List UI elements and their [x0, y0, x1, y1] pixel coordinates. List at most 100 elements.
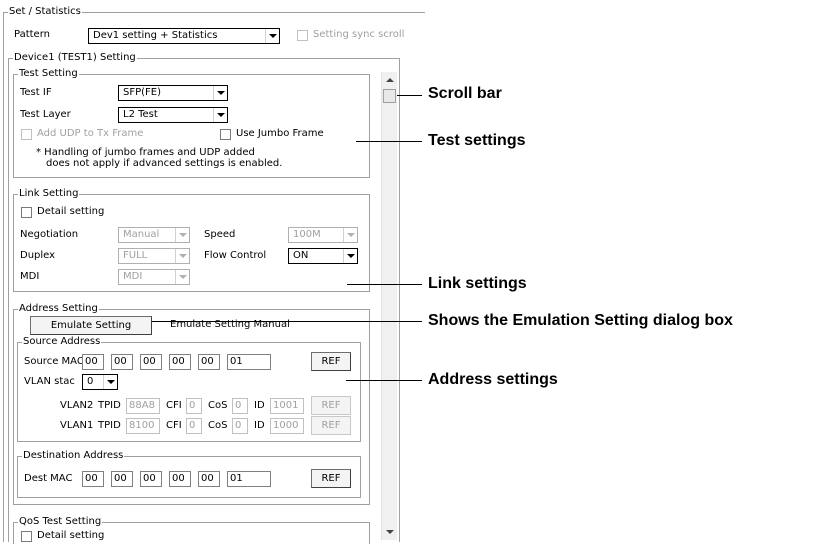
vlan1-ref-button[interactable]: REF — [311, 416, 351, 435]
sync-scroll-checkbox[interactable] — [297, 30, 308, 41]
address-setting-title: Address Setting — [18, 303, 99, 315]
qos-detail-label: Detail setting — [37, 530, 105, 541]
dest-mac-octet-2[interactable]: 00 — [111, 471, 133, 487]
link-setting-title: Link Setting — [18, 188, 80, 200]
dest-mac-octet-3[interactable]: 00 — [140, 471, 162, 487]
vlan2-cos-field[interactable]: 0 — [232, 398, 248, 414]
vertical-scrollbar[interactable] — [381, 72, 397, 540]
vlan1-tpid-label: TPID — [98, 420, 121, 431]
dest-mac-octet-5[interactable]: 00 — [198, 471, 220, 487]
link-detail-checkbox[interactable] — [21, 207, 32, 218]
dest-mac-octet-1[interactable]: 00 — [82, 471, 104, 487]
duplex-label: Duplex — [20, 250, 56, 261]
jumbo-frame-checkbox[interactable] — [220, 129, 231, 140]
settings-panel: Set / Statistics Pattern Dev1 setting + … — [0, 0, 425, 544]
negotiation-label: Negotiation — [20, 229, 79, 240]
test-if-label: Test IF — [20, 87, 52, 98]
negotiation-value: Manual — [123, 229, 160, 240]
scroll-down-icon[interactable] — [386, 530, 394, 534]
chevron-down-icon — [213, 108, 227, 122]
device-setting-title: Device1 (TEST1) Setting — [13, 52, 137, 64]
destination-address-title: Destination Address — [22, 450, 125, 462]
vlan2-id-label: ID — [254, 400, 265, 411]
vlan2-tpid-field[interactable]: 88A8 — [126, 398, 160, 414]
speed-value: 100M — [293, 229, 321, 240]
scroll-bar-callout-line — [397, 95, 422, 96]
link-settings-callout-line — [347, 284, 422, 285]
vlan1-cos-field[interactable]: 0 — [232, 418, 248, 434]
scroll-thumb[interactable] — [383, 89, 396, 103]
mdi-select[interactable]: MDI — [118, 269, 190, 285]
chevron-down-icon — [175, 270, 189, 284]
qos-setting-title: QoS Test Setting — [18, 516, 103, 528]
jumbo-frame-label: Use Jumbo Frame — [236, 128, 324, 139]
pattern-select[interactable]: Dev1 setting + Statistics — [88, 28, 280, 44]
add-udp-checkbox[interactable] — [21, 129, 32, 140]
source-mac-octet-5[interactable]: 00 — [198, 354, 220, 370]
source-mac-ref-button[interactable]: REF — [311, 352, 351, 371]
emulate-setting-button[interactable]: Emulate Setting — [30, 316, 152, 335]
address-settings-callout: Address settings — [428, 371, 558, 388]
source-mac-octet-4[interactable]: 00 — [169, 354, 191, 370]
link-detail-label: Detail setting — [37, 206, 105, 217]
vlan-stack-value: 0 — [87, 376, 94, 387]
link-settings-callout: Link settings — [428, 275, 527, 292]
scroll-up-icon[interactable] — [386, 78, 394, 82]
vlan2-cfi-field[interactable]: 0 — [186, 398, 202, 414]
emulation-callout: Shows the Emulation Setting dialog box — [428, 312, 733, 329]
test-layer-select[interactable]: L2 Test — [118, 107, 228, 123]
vlan2-tpid-label: TPID — [98, 400, 121, 411]
qos-detail-checkbox[interactable] — [21, 531, 32, 542]
vlan2-cos-label: CoS — [208, 400, 228, 411]
chevron-down-icon — [175, 249, 189, 263]
vlan1-cfi-field[interactable]: 0 — [186, 418, 202, 434]
address-settings-callout-line — [346, 380, 422, 381]
flow-control-label: Flow Control — [204, 250, 267, 261]
test-if-select[interactable]: SFP(FE) — [118, 85, 228, 101]
set-statistics-title: Set / Statistics — [8, 6, 82, 18]
test-setting-title: Test Setting — [18, 68, 79, 80]
test-if-value: SFP(FE) — [123, 87, 162, 98]
vlan-stack-select[interactable]: 0 — [82, 374, 118, 390]
source-mac-octet-6[interactable]: 01 — [227, 354, 271, 370]
emulation-callout-line — [152, 321, 422, 322]
vlan1-id-label: ID — [254, 420, 265, 431]
dest-mac-octet-4[interactable]: 00 — [169, 471, 191, 487]
vlan2-cfi-label: CFI — [166, 400, 182, 411]
test-layer-value: L2 Test — [123, 109, 158, 120]
chevron-down-icon — [213, 86, 227, 100]
scroll-bar-callout: Scroll bar — [428, 85, 502, 102]
chevron-down-icon — [343, 228, 357, 242]
dest-mac-ref-button[interactable]: REF — [311, 469, 351, 488]
mdi-value: MDI — [123, 271, 143, 282]
test-note-line2: does not apply if advanced settings is e… — [46, 158, 283, 169]
flow-control-select[interactable]: ON — [288, 248, 358, 264]
vlan2-name: VLAN2 — [60, 400, 94, 411]
vlan-stack-label: VLAN stac — [24, 376, 75, 387]
source-mac-octet-2[interactable]: 00 — [111, 354, 133, 370]
vlan1-cos-label: CoS — [208, 420, 228, 431]
chevron-down-icon — [103, 375, 117, 389]
dest-mac-label: Dest MAC — [24, 473, 73, 484]
dest-mac-octet-6[interactable]: 01 — [227, 471, 271, 487]
negotiation-select[interactable]: Manual — [118, 227, 190, 243]
source-mac-octet-1[interactable]: 00 — [82, 354, 104, 370]
vlan1-cfi-label: CFI — [166, 420, 182, 431]
vlan1-name: VLAN1 — [60, 420, 94, 431]
mdi-label: MDI — [20, 271, 40, 282]
flow-control-value: ON — [293, 250, 309, 261]
speed-select[interactable]: 100M — [288, 227, 358, 243]
chevron-down-icon — [175, 228, 189, 242]
speed-label: Speed — [204, 229, 236, 240]
vlan2-id-field[interactable]: 1001 — [270, 398, 304, 414]
chevron-down-icon — [265, 29, 279, 43]
test-layer-label: Test Layer — [20, 109, 71, 120]
vlan1-id-field[interactable]: 1000 — [270, 418, 304, 434]
source-mac-octet-3[interactable]: 00 — [140, 354, 162, 370]
vlan1-tpid-field[interactable]: 8100 — [126, 418, 160, 434]
pattern-value: Dev1 setting + Statistics — [93, 30, 218, 41]
duplex-select[interactable]: FULL — [118, 248, 190, 264]
vlan2-ref-button[interactable]: REF — [311, 396, 351, 415]
pattern-label: Pattern — [14, 29, 50, 40]
sync-scroll-label: Setting sync scroll — [313, 29, 405, 40]
